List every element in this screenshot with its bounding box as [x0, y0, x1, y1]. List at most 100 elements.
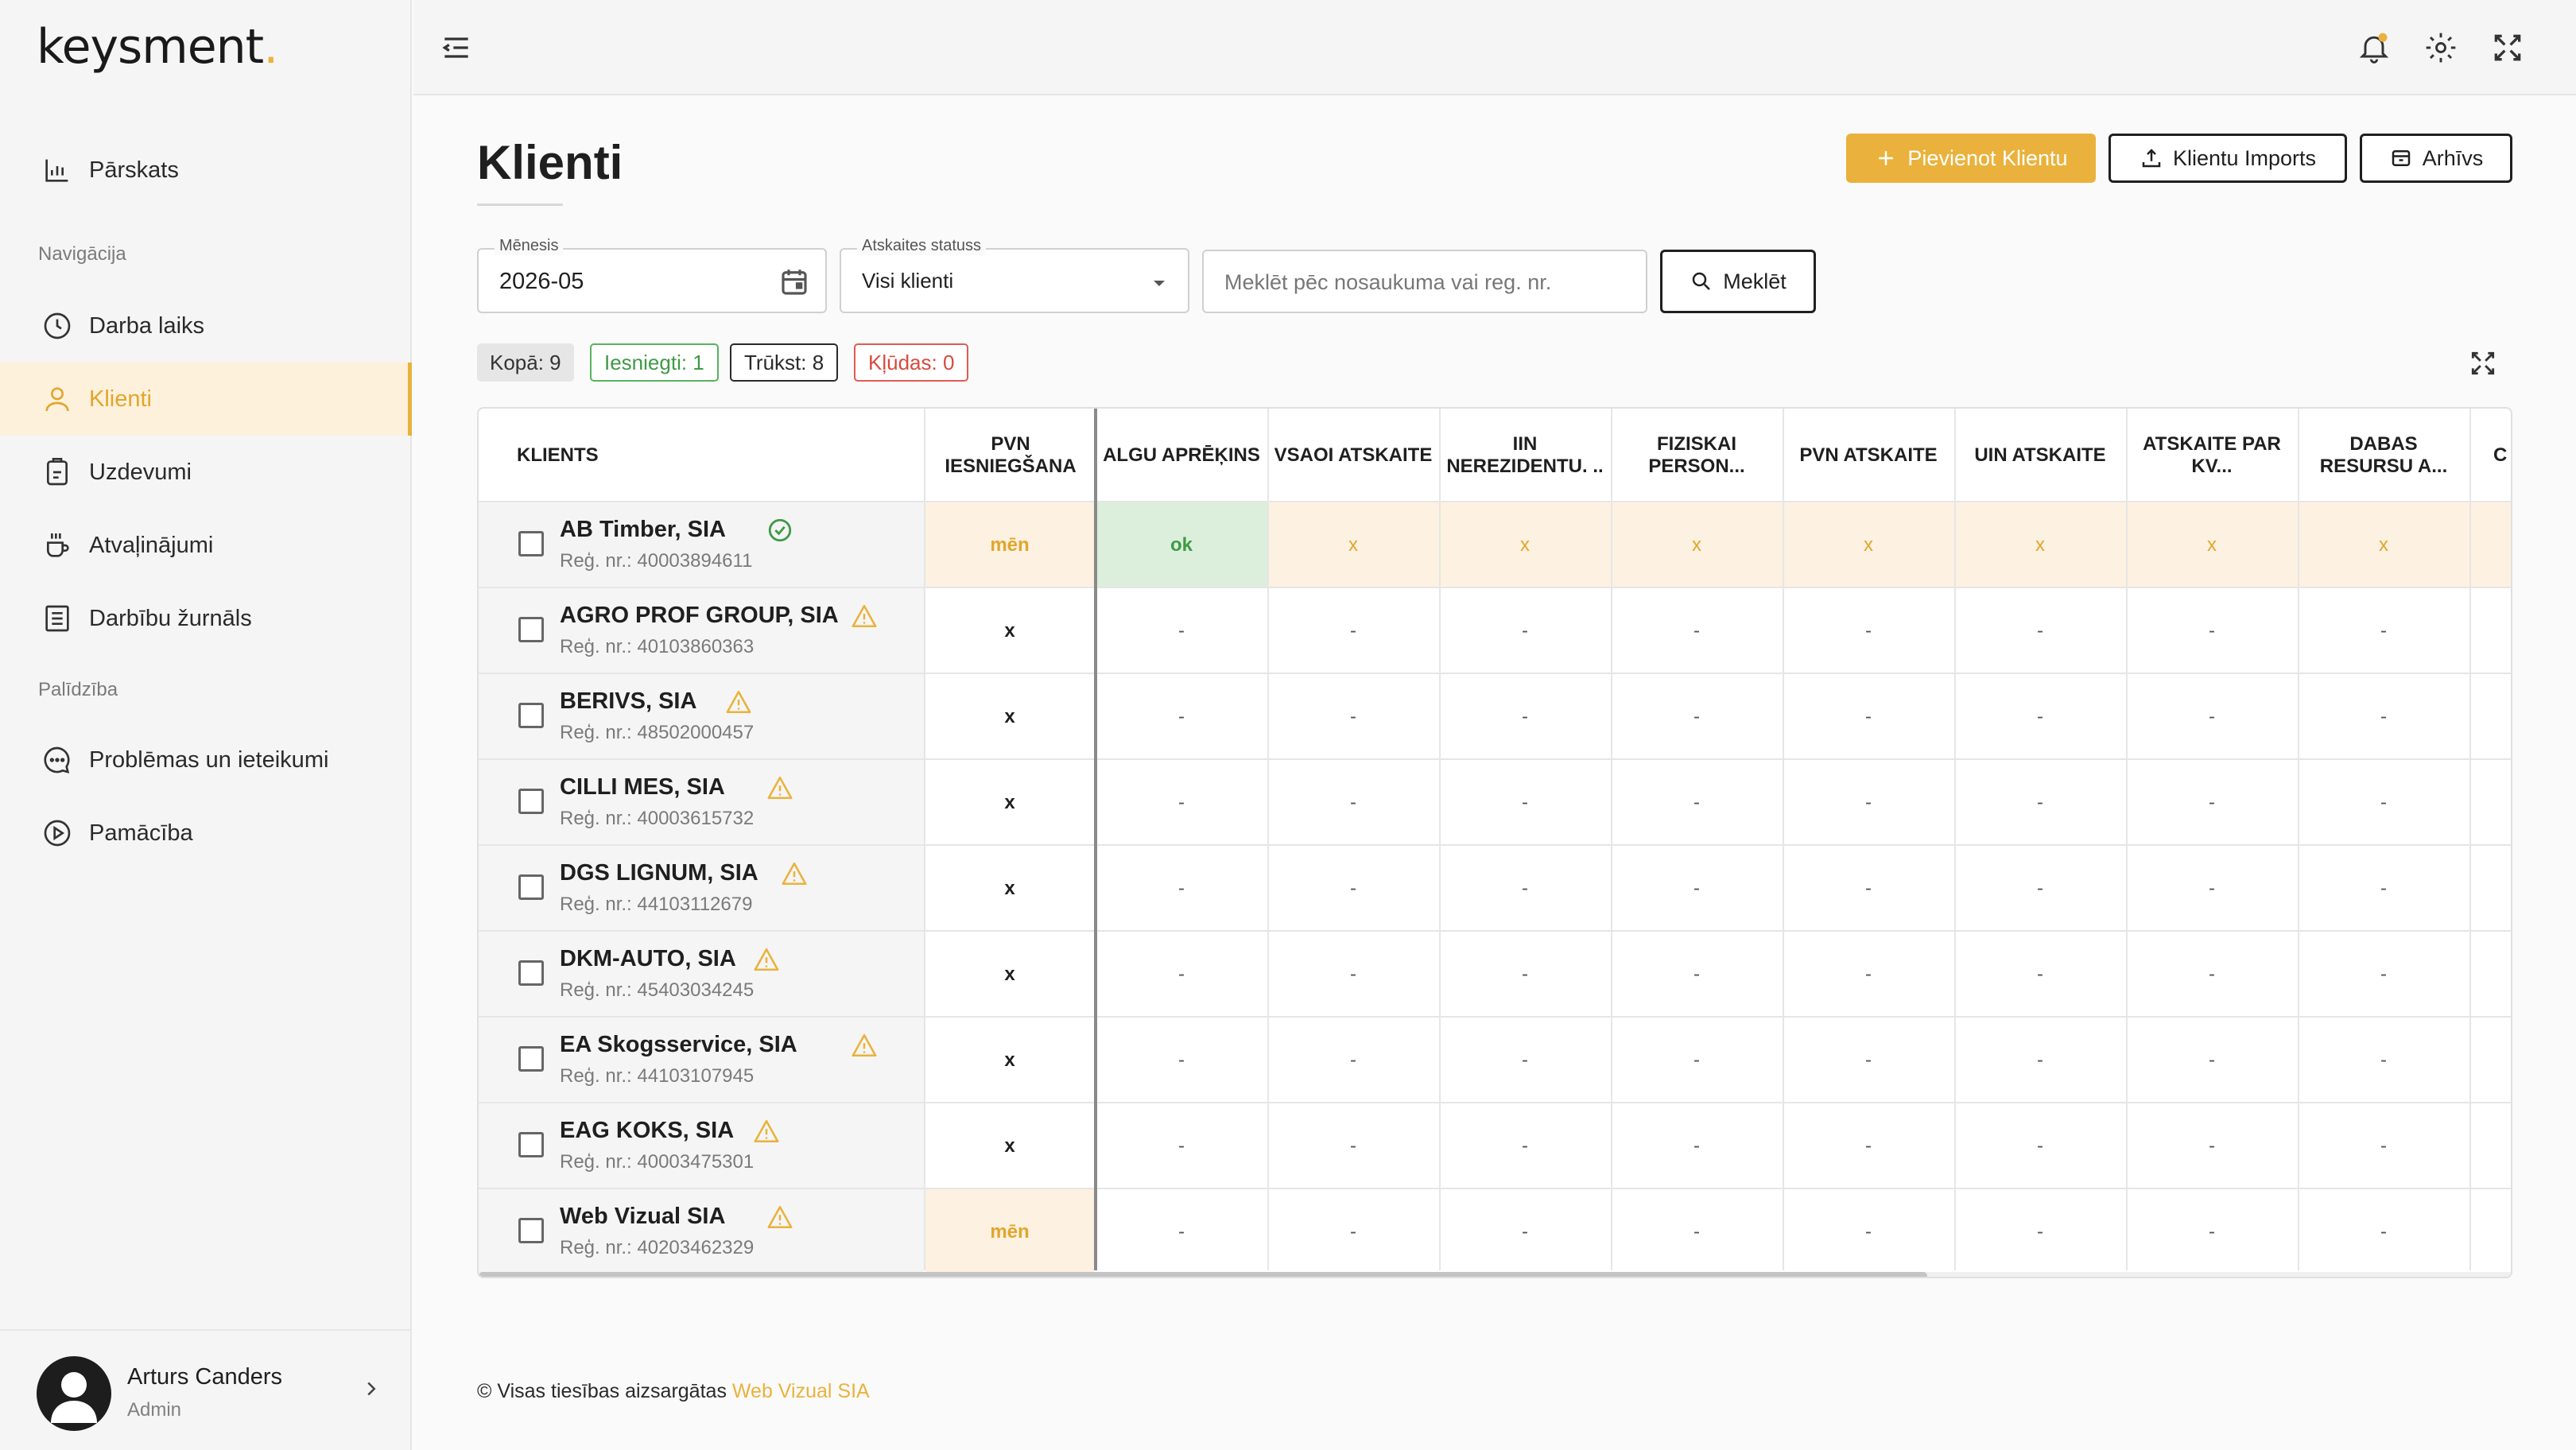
- sidebar-item-tasks[interactable]: Uzdevumi: [0, 436, 412, 509]
- status-cell[interactable]: -: [1783, 1189, 1954, 1275]
- status-cell[interactable]: x: [2298, 502, 2469, 588]
- status-cell[interactable]: x: [925, 932, 1094, 1018]
- status-cell[interactable]: -: [2298, 588, 2469, 674]
- status-cell[interactable]: -: [1954, 588, 2126, 674]
- status-cell[interactable]: -: [2298, 932, 2469, 1018]
- calendar-icon[interactable]: [778, 266, 811, 299]
- fullscreen-icon[interactable]: [2490, 30, 2525, 65]
- status-cell[interactable]: -: [1954, 1018, 2126, 1103]
- header-col[interactable]: IIN NEREZIDENTU. ..: [1439, 409, 1611, 502]
- status-cell[interactable]: -: [1267, 1103, 1439, 1189]
- status-cell[interactable]: x: [1954, 502, 2126, 588]
- status-cell[interactable]: x: [1611, 502, 1783, 588]
- status-select[interactable]: Atskaites statuss Visi klienti: [840, 237, 1189, 313]
- add-client-button[interactable]: Pievienot Klientu: [1846, 134, 2096, 183]
- row-checkbox[interactable]: [518, 789, 544, 814]
- status-cell[interactable]: -: [2298, 674, 2469, 760]
- logo[interactable]: keysment.: [37, 19, 278, 75]
- table-row[interactable]: EA Skogsservice, SIA Reģ. nr.: 4410310794…: [479, 1016, 2511, 1103]
- status-cell[interactable]: -: [1783, 674, 1954, 760]
- bell-icon[interactable]: [2357, 30, 2392, 65]
- client-name[interactable]: BERIVS, SIA: [560, 688, 696, 715]
- table-row[interactable]: CILLI MES, SIA Reģ. nr.: 40003615732 x - - - -…: [479, 758, 2511, 846]
- status-cell[interactable]: -: [1439, 846, 1611, 932]
- client-name[interactable]: EA Skogsservice, SIA: [560, 1032, 797, 1058]
- status-cell[interactable]: -: [1267, 760, 1439, 846]
- status-cell[interactable]: x: [1267, 502, 1439, 588]
- header-col[interactable]: VSAOI ATSKAITE: [1267, 409, 1439, 502]
- status-cell[interactable]: x: [2126, 502, 2298, 588]
- header-col[interactable]: UIN ATSKAITE: [1954, 409, 2126, 502]
- search-button[interactable]: Meklēt: [1660, 250, 1816, 313]
- status-cell[interactable]: -: [1267, 1189, 1439, 1275]
- header-col[interactable]: ALGU APRĒĶINS: [1096, 409, 1267, 502]
- status-cell[interactable]: -: [2126, 846, 2298, 932]
- status-cell[interactable]: -: [1439, 1018, 1611, 1103]
- status-cell[interactable]: -: [1783, 760, 1954, 846]
- table-row[interactable]: DKM-AUTO, SIA Reģ. nr.: 45403034245 x - - - - -…: [479, 930, 2511, 1018]
- status-cell[interactable]: -: [2126, 760, 2298, 846]
- row-checkbox[interactable]: [518, 531, 544, 556]
- header-col[interactable]: DABAS RESURSU A...: [2298, 409, 2469, 502]
- status-cell[interactable]: -: [2298, 846, 2469, 932]
- client-name[interactable]: Web Vizual SIA: [560, 1204, 725, 1230]
- status-cell[interactable]: -: [1611, 932, 1783, 1018]
- status-cell[interactable]: -: [1954, 846, 2126, 932]
- status-cell[interactable]: -: [2298, 1103, 2469, 1189]
- status-cell[interactable]: -: [1611, 588, 1783, 674]
- status-cell[interactable]: -: [1611, 1189, 1783, 1275]
- status-cell[interactable]: -: [1096, 588, 1267, 674]
- header-col[interactable]: PVN ATSKAITE: [1783, 409, 1954, 502]
- status-cell[interactable]: mēn: [925, 502, 1094, 588]
- header-col[interactable]: ATSKAITE PAR KV...: [2126, 409, 2298, 502]
- table-row[interactable]: BERIVS, SIA Reģ. nr.: 48502000457 x - - - - - - -…: [479, 673, 2511, 760]
- status-cell[interactable]: -: [1096, 1189, 1267, 1275]
- row-checkbox[interactable]: [518, 703, 544, 728]
- status-cell[interactable]: -: [1954, 1189, 2126, 1275]
- status-cell[interactable]: -: [1611, 760, 1783, 846]
- month-field[interactable]: Mēnesis 2026-05: [477, 237, 827, 313]
- status-cell[interactable]: x: [925, 846, 1094, 932]
- status-cell[interactable]: ok: [1096, 502, 1267, 588]
- status-cell[interactable]: -: [1267, 588, 1439, 674]
- row-checkbox[interactable]: [518, 874, 544, 900]
- status-cell[interactable]: -: [1783, 1018, 1954, 1103]
- sidebar-item-issues[interactable]: Problēmas un ieteikumi: [0, 723, 412, 797]
- status-cell[interactable]: -: [1439, 932, 1611, 1018]
- status-cell[interactable]: -: [1783, 588, 1954, 674]
- status-cell[interactable]: -: [1096, 1103, 1267, 1189]
- sidebar-item-activity-log[interactable]: Darbību žurnāls: [0, 582, 412, 655]
- status-cell[interactable]: -: [1096, 1018, 1267, 1103]
- status-cell[interactable]: -: [1439, 760, 1611, 846]
- status-cell[interactable]: -: [1954, 1103, 2126, 1189]
- status-cell[interactable]: -: [1267, 1018, 1439, 1103]
- status-cell[interactable]: -: [2126, 588, 2298, 674]
- footer-link[interactable]: Web Vizual SIA: [732, 1380, 870, 1402]
- status-cell[interactable]: -: [1096, 846, 1267, 932]
- search-field[interactable]: Meklēt pēc nosaukuma vai reg. nr.: [1202, 250, 1647, 313]
- status-cell[interactable]: mēn: [925, 1189, 1094, 1275]
- status-cell[interactable]: -: [1096, 932, 1267, 1018]
- user-profile[interactable]: Arturs Canders Admin: [0, 1329, 412, 1450]
- status-cell[interactable]: -: [2126, 674, 2298, 760]
- status-cell[interactable]: -: [1954, 674, 2126, 760]
- sidebar-item-clients[interactable]: Klienti: [0, 362, 412, 436]
- client-name[interactable]: AB Timber, SIA: [560, 517, 726, 543]
- row-checkbox[interactable]: [518, 617, 544, 642]
- status-cell[interactable]: -: [1611, 846, 1783, 932]
- gear-icon[interactable]: [2423, 30, 2458, 65]
- row-checkbox[interactable]: [518, 1046, 544, 1072]
- status-cell[interactable]: -: [2298, 1189, 2469, 1275]
- status-cell[interactable]: -: [1439, 1189, 1611, 1275]
- row-checkbox[interactable]: [518, 1132, 544, 1157]
- sidebar-item-vacations[interactable]: Atvaļinājumi: [0, 509, 412, 582]
- status-cell[interactable]: -: [1611, 1018, 1783, 1103]
- status-cell[interactable]: x: [1439, 502, 1611, 588]
- status-cell[interactable]: x: [925, 674, 1094, 760]
- errors-badge[interactable]: Kļūdas: 0: [854, 343, 969, 382]
- import-clients-button[interactable]: Klientu Imports: [2109, 134, 2347, 183]
- status-cell[interactable]: -: [2298, 1018, 2469, 1103]
- status-cell[interactable]: -: [2126, 932, 2298, 1018]
- missing-badge[interactable]: Trūkst: 8: [730, 343, 839, 382]
- header-col[interactable]: PVN IESNIEGŠANA: [925, 409, 1096, 502]
